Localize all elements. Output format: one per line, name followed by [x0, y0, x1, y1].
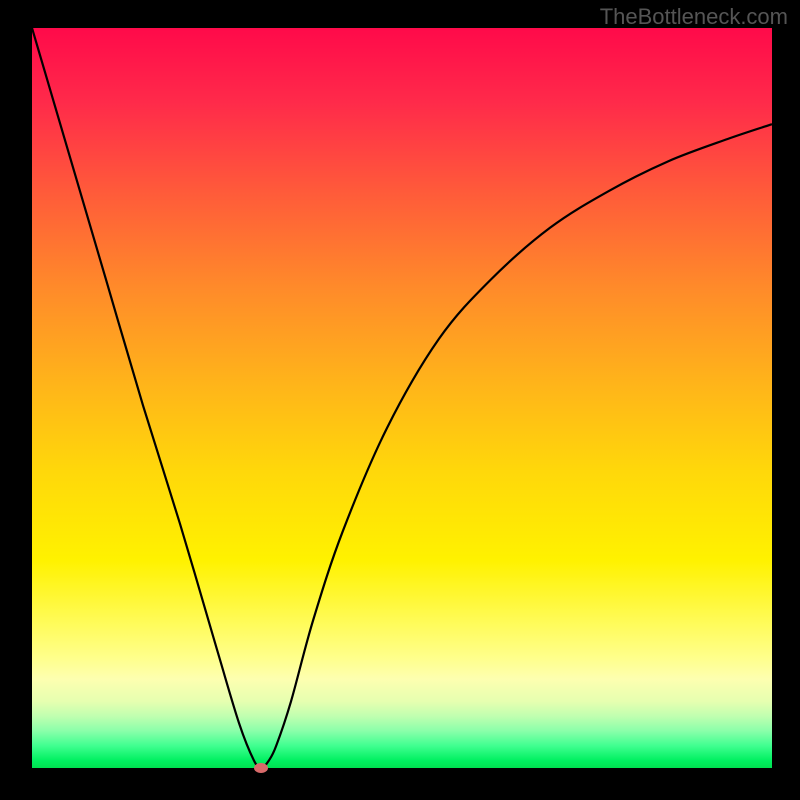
minimum-point-marker [254, 763, 268, 773]
bottleneck-curve [32, 28, 772, 768]
watermark-text: TheBottleneck.com [600, 4, 788, 30]
chart-plot-area [32, 28, 772, 768]
